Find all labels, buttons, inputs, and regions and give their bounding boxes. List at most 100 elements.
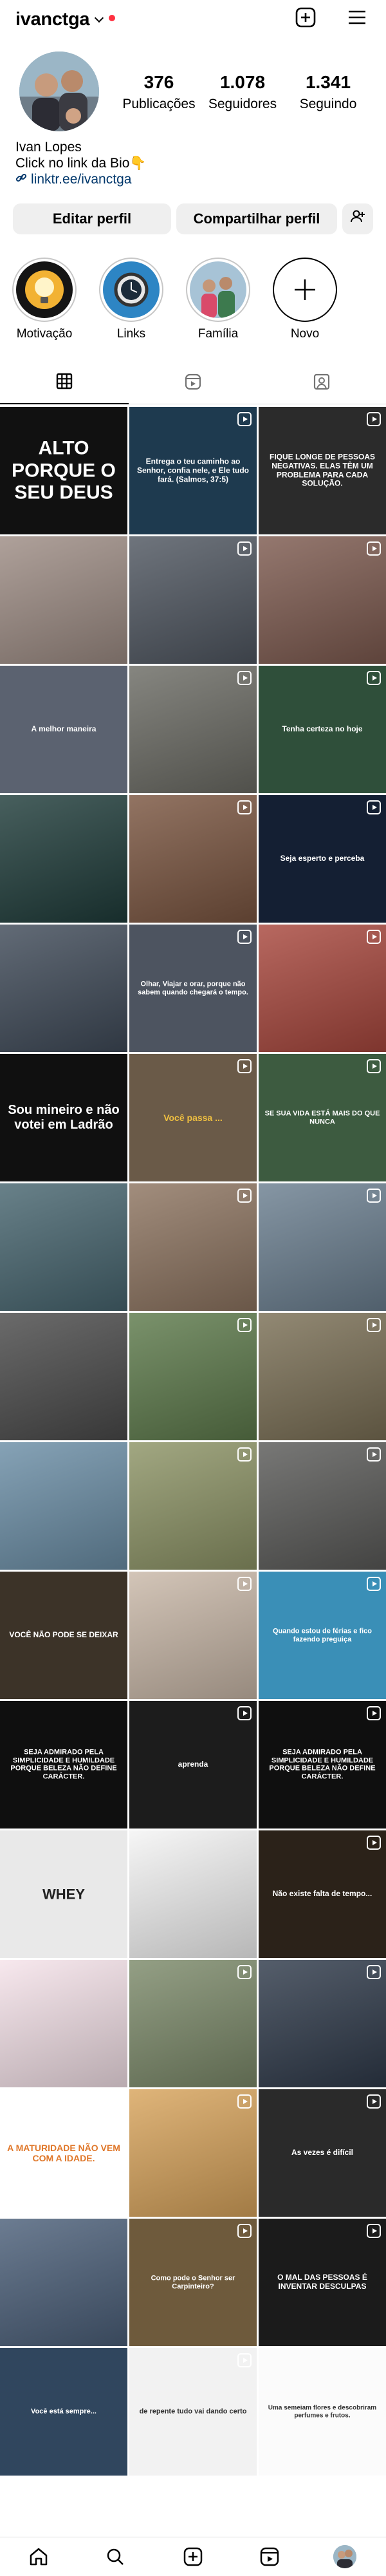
post-image: [0, 1183, 127, 1311]
post-thumbnail[interactable]: [0, 1442, 127, 1570]
post-thumbnail[interactable]: [0, 1313, 127, 1440]
post-thumbnail[interactable]: SE SUA VIDA ESTÁ MAIS DO QUE NUNCA: [259, 1054, 386, 1181]
post-thumbnail[interactable]: [129, 2089, 257, 2217]
post-caption-text: A MATURIDADE NÃO VEM COM A IDADE.: [7, 2142, 120, 2163]
lightbulb-icon: [16, 261, 73, 318]
post-thumbnail[interactable]: [129, 666, 257, 793]
post-thumbnail[interactable]: Você passa ...: [129, 1054, 257, 1181]
post-thumbnail[interactable]: [259, 1313, 386, 1440]
post-thumbnail[interactable]: [129, 1442, 257, 1570]
post-thumbnail[interactable]: Seja esperto e perceba: [259, 795, 386, 923]
post-thumbnail[interactable]: [259, 1442, 386, 1570]
share-profile-button[interactable]: Compartilhar perfil: [176, 203, 337, 234]
highlight-ring: [273, 258, 337, 322]
post-thumbnail[interactable]: [0, 2219, 127, 2346]
post-thumbnail[interactable]: [259, 536, 386, 664]
tab-reels[interactable]: [129, 362, 257, 404]
home-icon[interactable]: [27, 2545, 50, 2568]
profile-actions: Editar perfil Compartilhar perfil: [13, 203, 373, 236]
post-thumbnail[interactable]: Olhar, Viajar e orar, porque não sabem q…: [129, 925, 257, 1052]
post-thumbnail[interactable]: O MAL DAS PESSOAS É INVENTAR DESCULPAS: [259, 2219, 386, 2346]
post-thumbnail[interactable]: Não existe falta de tempo...: [259, 1830, 386, 1958]
post-thumbnail[interactable]: Como pode o Senhor ser Carpinteiro?: [129, 2219, 257, 2346]
post-thumbnail[interactable]: [129, 1572, 257, 1699]
reels-nav-icon[interactable]: [258, 2545, 281, 2568]
following-stat[interactable]: 1.341 Seguindo: [286, 72, 370, 112]
post-thumbnail[interactable]: [259, 1183, 386, 1311]
post-thumbnail[interactable]: [129, 1183, 257, 1311]
post-thumbnail[interactable]: A melhor maneira: [0, 666, 127, 793]
reel-icon: [367, 1577, 381, 1591]
post-thumbnail[interactable]: aprenda: [129, 1701, 257, 1829]
post-thumbnail[interactable]: WHEY: [0, 1830, 127, 1958]
followers-count: 1.078: [219, 72, 266, 92]
highlight-familia[interactable]: Família: [183, 258, 253, 341]
reel-icon: [237, 1189, 252, 1203]
new-post-icon[interactable]: [295, 6, 317, 28]
reel-icon: [367, 1189, 381, 1203]
reel-icon: [237, 1577, 252, 1591]
posts-stat[interactable]: 376 Publicações: [117, 72, 201, 112]
post-thumbnail[interactable]: [129, 1830, 257, 1958]
highlight-links[interactable]: Links: [96, 258, 167, 341]
account-switcher[interactable]: ivanctga: [15, 9, 116, 30]
post-thumbnail[interactable]: [0, 925, 127, 1052]
post-thumbnail[interactable]: Quando estou de férias e fico fazendo pr…: [259, 1572, 386, 1699]
reel-icon: [237, 2353, 252, 2367]
create-icon[interactable]: [181, 2545, 205, 2568]
highlight-motivacao[interactable]: Motivação: [9, 258, 80, 341]
post-thumbnail[interactable]: Sou mineiro e não votei em Ladrão: [0, 1054, 127, 1181]
post-thumbnail[interactable]: [129, 795, 257, 923]
post-thumbnail[interactable]: SEJA ADMIRADO PELA SIMPLICIDADE E HUMILD…: [259, 1701, 386, 1829]
reel-icon: [367, 1059, 381, 1073]
post-image: [0, 1313, 127, 1440]
post-thumbnail[interactable]: Tenha certeza no hoje: [259, 666, 386, 793]
post-caption-text: Tenha certeza no hoje: [282, 724, 363, 734]
highlight-label: Família: [198, 327, 239, 341]
post-thumbnail[interactable]: [0, 1183, 127, 1311]
post-thumbnail[interactable]: Entrega o teu caminho ao Senhor, confia …: [129, 407, 257, 534]
post-thumbnail[interactable]: SEJA ADMIRADO PELA SIMPLICIDADE E HUMILD…: [0, 1701, 127, 1829]
bio-text: Click no link da Bio👇: [15, 156, 147, 171]
profile-avatar[interactable]: [19, 52, 99, 131]
post-thumbnail[interactable]: As vezes é difícil: [259, 2089, 386, 2217]
bottom-navigation: [0, 2537, 386, 2576]
post-caption-text: Como pode o Senhor ser Carpinteiro?: [151, 2274, 235, 2290]
post-caption-text: Olhar, Viajar e orar, porque não sabem q…: [138, 980, 248, 996]
post-thumbnail[interactable]: VOCÊ NÃO PODE SE DEIXAR: [0, 1572, 127, 1699]
menu-icon[interactable]: [346, 6, 368, 28]
edit-profile-button[interactable]: Editar perfil: [13, 203, 171, 234]
post-thumbnail[interactable]: A MATURIDADE NÃO VEM COM A IDADE.: [0, 2089, 127, 2217]
post-thumbnail[interactable]: [0, 1960, 127, 2087]
profile-avatar[interactable]: [333, 2545, 356, 2568]
post-thumbnail[interactable]: Uma semeiam flores e descobriram perfume…: [259, 2348, 386, 2476]
post-caption-text: Não existe falta de tempo...: [272, 1889, 372, 1899]
post-thumbnail[interactable]: [129, 1960, 257, 2087]
post-image: [0, 1960, 127, 2087]
search-icon[interactable]: [104, 2545, 127, 2568]
post-thumbnail[interactable]: [129, 1313, 257, 1440]
post-thumbnail[interactable]: [129, 536, 257, 664]
highlight-new[interactable]: Novo: [270, 258, 340, 341]
post-thumbnail[interactable]: [0, 536, 127, 664]
link-icon: [15, 171, 27, 187]
reel-icon: [367, 1447, 381, 1462]
post-thumbnail[interactable]: ALTO PORQUE O SEU DEUS: [0, 407, 127, 534]
post-image: [129, 1960, 257, 2087]
grid-icon: [55, 372, 73, 393]
post-thumbnail[interactable]: FIQUE LONGE DE PESSOAS NEGATIVAS. ELAS T…: [259, 407, 386, 534]
post-caption-text: Você está sempre...: [31, 2407, 96, 2416]
followers-stat[interactable]: 1.078 Seguidores: [201, 72, 284, 112]
tab-posts-grid[interactable]: [0, 362, 129, 404]
discover-people-button[interactable]: [342, 203, 373, 234]
highlight-ring: [12, 258, 77, 322]
reel-icon: [367, 671, 381, 685]
post-thumbnail[interactable]: [259, 1960, 386, 2087]
post-caption-text: Você passa ...: [163, 1112, 223, 1123]
tab-tagged[interactable]: [257, 362, 386, 404]
post-thumbnail[interactable]: de repente tudo vai dando certo: [129, 2348, 257, 2476]
bio-link[interactable]: linktr.ee/ivanctga: [15, 171, 147, 187]
post-thumbnail[interactable]: Você está sempre...: [0, 2348, 127, 2476]
post-thumbnail[interactable]: [0, 795, 127, 923]
post-thumbnail[interactable]: [259, 925, 386, 1052]
